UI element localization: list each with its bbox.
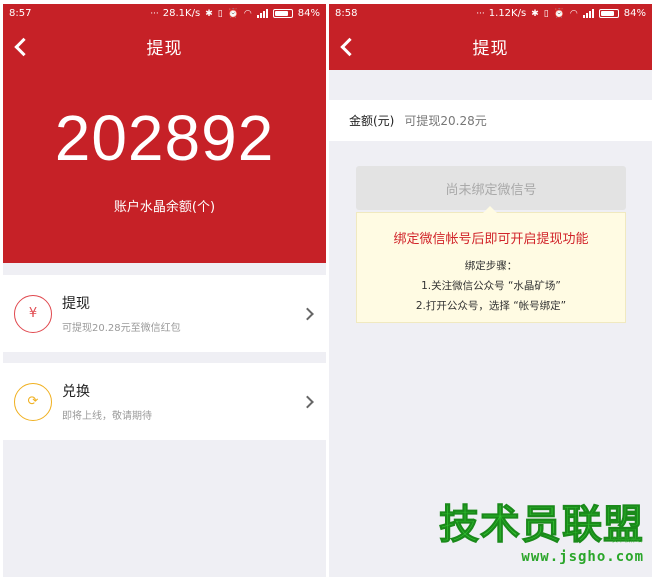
withdraw-subtitle: 可提现20.28元至微信红包 — [62, 323, 181, 334]
bluetooth-icon: ✱ — [531, 8, 539, 19]
watermark-tag: 安下软件站 — [611, 537, 642, 544]
chevron-right-icon — [301, 395, 314, 408]
back-arrow-icon[interactable] — [340, 37, 359, 56]
amount-field[interactable]: 可提现20.28元 — [404, 112, 486, 129]
watermark-logo: 技术员联盟 www.jsgho.com 安下软件站 — [412, 505, 644, 571]
network-speed: 28.1K/s — [162, 8, 201, 19]
balance-caption: 账户水晶余额(个) — [113, 200, 216, 215]
status-time: 8:58 — [335, 8, 358, 19]
tip-step: 2.打开公众号，选择 “帐号绑定” — [415, 300, 567, 312]
withdraw-row[interactable]: ¥ 提现 可提现20.28元至微信红包 — [3, 275, 326, 352]
withdraw-form-screen: 8:58 ··· 1.12K/s ✱ ▯ ⏰ ◠ 84% 提现 金额(元) 可提… — [329, 4, 652, 577]
back-arrow-icon[interactable] — [14, 37, 33, 56]
bind-wechat-button[interactable]: 尚未绑定微信号 — [356, 166, 626, 210]
vibrate-icon: ▯ — [543, 8, 549, 19]
status-dots: ··· — [150, 8, 159, 19]
tip-steps-title: 绑定步骤： — [464, 260, 518, 272]
amount-input-row[interactable]: 金额(元) 可提现20.28元 — [329, 100, 652, 141]
amount-label: 金额(元) — [349, 114, 395, 128]
withdraw-title: 提现 — [62, 296, 90, 312]
status-dots: ··· — [476, 8, 485, 19]
nav-bar: 提现 — [329, 23, 652, 70]
wifi-icon: ◠ — [569, 8, 578, 19]
status-bar: 8:58 ··· 1.12K/s ✱ ▯ ⏰ ◠ 84% — [329, 4, 652, 23]
exchange-subtitle: 即将上线，敬请期待 — [62, 411, 152, 422]
watermark-brand: 技术员联盟 — [439, 502, 644, 548]
vibrate-icon: ▯ — [217, 8, 223, 19]
chevron-right-icon — [301, 307, 314, 320]
bluetooth-icon: ✱ — [205, 8, 213, 19]
alarm-icon: ⏰ — [227, 8, 239, 19]
tip-heading: 绑定微信帐号后即可开启提现功能 — [393, 232, 589, 247]
alarm-icon: ⏰ — [553, 8, 565, 19]
status-time: 8:57 — [9, 8, 32, 19]
page-title: 提现 — [146, 39, 183, 59]
battery-icon — [598, 9, 619, 18]
crystal-balance: 202892 — [54, 102, 275, 174]
network-speed: 1.12K/s — [488, 8, 527, 19]
battery-percent: 84% — [297, 8, 320, 19]
signal-icon — [256, 9, 268, 18]
battery-icon — [272, 9, 293, 18]
watermark-site: www.jsgho.com — [521, 549, 644, 565]
withdraw-balance-screen: 8:57 ··· 28.1K/s ✱ ▯ ⏰ ◠ 84% 提现 202892 账… — [3, 4, 326, 577]
battery-percent: 84% — [623, 8, 646, 19]
status-bar: 8:57 ··· 28.1K/s ✱ ▯ ⏰ ◠ 84% — [3, 4, 326, 23]
yen-house-icon: ¥ — [14, 294, 52, 333]
exchange-row[interactable]: ⟳ 兑换 即将上线，敬请期待 — [3, 363, 326, 440]
bind-instructions-tooltip: 绑定微信帐号后即可开启提现功能 绑定步骤： 1.关注微信公众号 “水晶矿场” 2… — [356, 206, 626, 323]
wifi-icon: ◠ — [243, 8, 252, 19]
balance-panel: 202892 账户水晶余额(个) — [3, 70, 326, 263]
page-title: 提现 — [472, 39, 509, 59]
signal-icon — [582, 9, 594, 18]
exchange-arrows-icon: ⟳ — [14, 382, 52, 421]
nav-bar: 提现 — [3, 23, 326, 70]
exchange-title: 兑换 — [62, 384, 90, 400]
tip-step: 1.关注微信公众号 “水晶矿场” — [421, 280, 561, 292]
